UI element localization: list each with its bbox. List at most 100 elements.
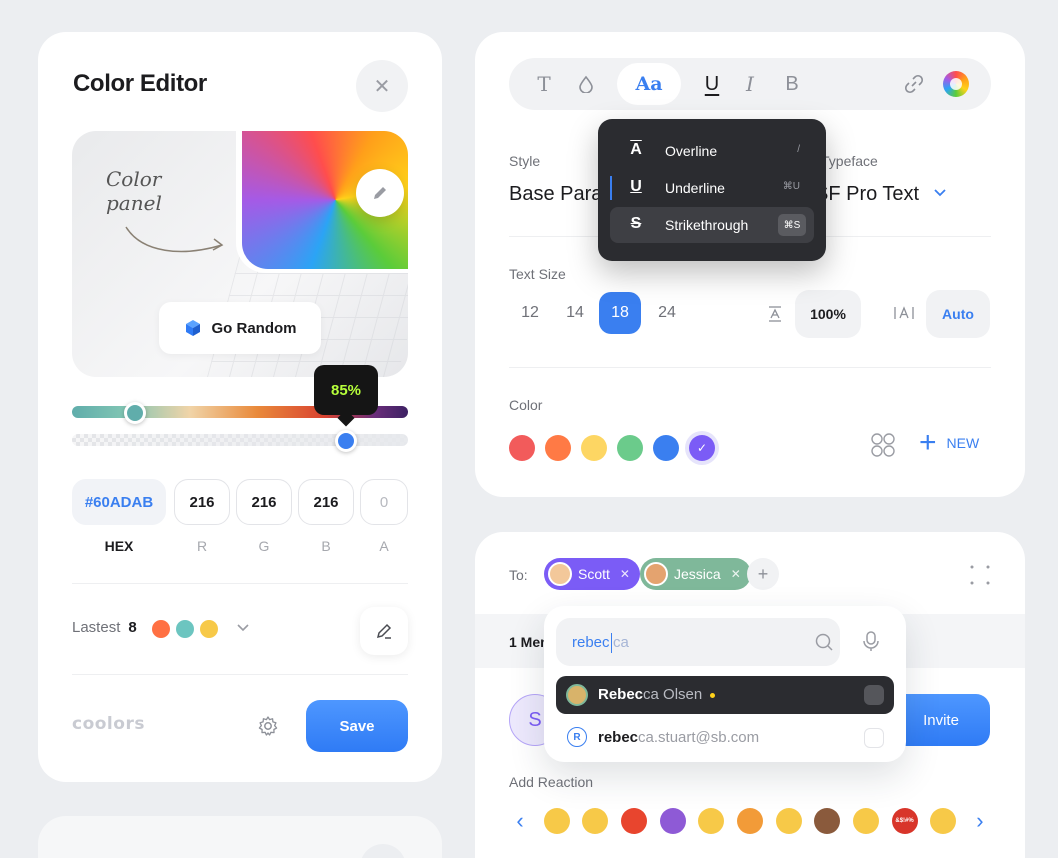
recipient-chip-scott[interactable]: Scott ✕ [544, 558, 640, 590]
r-label: R [196, 538, 208, 554]
chevron-right-icon[interactable]: › [969, 808, 991, 834]
palette-grid-button[interactable] [870, 432, 896, 463]
result-match: Rebec [598, 686, 644, 703]
red-input[interactable]: 216 [174, 479, 230, 525]
link-button[interactable] [899, 58, 929, 110]
search-result-row[interactable]: Rebecca Olsen [556, 676, 894, 714]
text-tool-button[interactable]: T [529, 58, 559, 110]
edit-color-button[interactable] [356, 169, 404, 217]
plus-icon: + [757, 563, 769, 584]
close-button[interactable]: ✕ [356, 60, 408, 112]
opacity-slider-thumb[interactable] [335, 430, 357, 452]
result-email: rebecca.stuart@sb.com [598, 729, 759, 746]
more-options-button[interactable] [969, 564, 991, 586]
hex-input[interactable]: #60ADAB [72, 479, 166, 525]
select-checkbox[interactable] [864, 728, 884, 748]
menu-item-underline[interactable]: U Underline ⌘U [610, 170, 814, 206]
angry-face-icon[interactable] [620, 808, 647, 834]
chevron-down-icon[interactable] [236, 620, 250, 637]
shortcut-hint: ⌘U [782, 181, 800, 192]
search-result-row[interactable]: R rebecca.stuart@sb.com [556, 720, 894, 754]
result-rest: ca Olsen [643, 686, 703, 703]
color-swatch-3[interactable] [581, 435, 607, 461]
panel-title: Color Editor [73, 70, 207, 97]
online-indicator [710, 692, 716, 698]
size-option-18[interactable]: 18 [599, 292, 641, 334]
latest-color-3[interactable] [200, 620, 218, 638]
go-random-button[interactable]: Go Random [159, 302, 321, 354]
cursing-face-icon[interactable]: &$!#% [891, 808, 918, 834]
typography-button[interactable]: Aa [617, 63, 681, 105]
handwritten-note: Color panel [106, 167, 162, 215]
hue-slider-thumb[interactable] [124, 402, 146, 424]
arrow-icon [125, 226, 224, 253]
color-swatch-2[interactable] [545, 435, 571, 461]
select-checkbox[interactable] [864, 685, 884, 705]
add-reaction-label: Add Reaction [509, 774, 594, 790]
smiling-hearts-face-icon[interactable] [930, 808, 957, 834]
letter-spacing-input[interactable]: Auto [926, 290, 990, 338]
menu-item-overline[interactable]: A Overline / [610, 133, 814, 169]
typeface-select[interactable]: SF Pro Text [815, 183, 947, 206]
color-swatch-selected[interactable]: ✓ [685, 431, 719, 465]
menu-item-label: Overline [665, 143, 718, 159]
sunglasses-face-icon[interactable] [582, 808, 609, 834]
devil-face-icon[interactable] [659, 808, 686, 834]
text-decoration-menu: A Overline / U Underline ⌘U S Strikethro… [598, 119, 826, 261]
opacity-slider[interactable] [72, 434, 408, 446]
green-input[interactable]: 216 [236, 479, 292, 525]
plus-icon: + [919, 426, 937, 459]
cube-icon [185, 320, 200, 336]
party-face-icon[interactable] [543, 808, 570, 834]
color-swatch-5[interactable] [653, 435, 679, 461]
shortcut-hint: / [797, 144, 800, 155]
reaction-row: ‹ &$!#% › [509, 808, 991, 834]
search-autocomplete: ca [613, 633, 629, 651]
letter-spacing-icon [893, 304, 915, 325]
size-option-12[interactable]: 12 [509, 292, 551, 334]
blue-input[interactable]: 216 [298, 479, 354, 525]
fill-button[interactable] [571, 58, 601, 110]
microphone-icon[interactable] [860, 630, 882, 652]
save-button[interactable]: Save [306, 700, 408, 752]
size-option-24[interactable]: 24 [646, 292, 688, 334]
divider [509, 367, 991, 368]
circle-button[interactable] [360, 844, 406, 858]
alpha-input[interactable]: 0 [360, 479, 408, 525]
bold-button[interactable]: B [777, 58, 807, 110]
invite-button[interactable]: Invite [892, 694, 990, 746]
poop-icon[interactable] [814, 808, 841, 834]
text-caret [610, 633, 613, 653]
remove-icon[interactable]: ✕ [731, 567, 741, 581]
search-icon[interactable] [814, 632, 834, 652]
formatting-toolbar: T Aa U I B [509, 58, 991, 110]
text-size-label: Text Size [509, 266, 566, 282]
eyedropper-button[interactable] [360, 607, 408, 655]
remove-icon[interactable]: ✕ [620, 567, 630, 581]
latest-color-1[interactable] [152, 620, 170, 638]
latest-color-2[interactable] [176, 620, 194, 638]
menu-item-strikethrough[interactable]: S Strikethrough ⌘S [610, 207, 814, 243]
link-icon [904, 74, 924, 94]
kissing-face-icon[interactable] [775, 808, 802, 834]
new-color-button[interactable]: + NEW [919, 426, 979, 459]
party-popper-icon[interactable] [736, 808, 763, 834]
line-height-icon [765, 304, 785, 327]
line-height-input[interactable]: 100% [795, 290, 861, 338]
checkmark-icon: ✓ [689, 435, 715, 461]
rock-hand-icon[interactable] [852, 808, 879, 834]
search-input[interactable]: rebec ca [556, 618, 840, 666]
underline-button[interactable]: U [697, 58, 727, 110]
style-label: Style [509, 153, 541, 169]
text-color-button[interactable] [943, 71, 969, 97]
settings-button[interactable] [254, 712, 282, 740]
color-swatch-4[interactable] [617, 435, 643, 461]
recipient-chip-jessica[interactable]: Jessica ✕ [640, 558, 751, 590]
color-swatch-1[interactable] [509, 435, 535, 461]
woozy-face-icon[interactable] [698, 808, 725, 834]
chevron-down-icon [933, 185, 947, 204]
size-option-14[interactable]: 14 [554, 292, 596, 334]
chevron-left-icon[interactable]: ‹ [509, 808, 531, 834]
add-recipient-button[interactable]: + [747, 558, 779, 590]
italic-button[interactable]: I [735, 58, 765, 110]
